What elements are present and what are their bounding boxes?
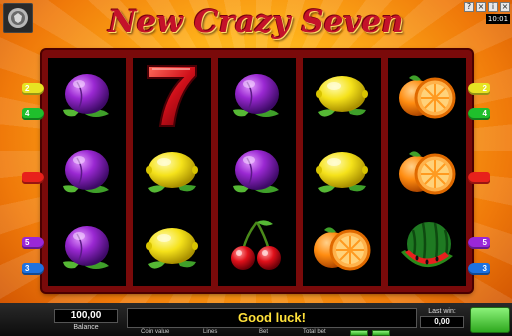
line-marker-left[interactable]: 2 bbox=[22, 83, 44, 95]
line-marker-right[interactable]: 4 bbox=[468, 108, 490, 120]
coin-value-label: Coin value bbox=[141, 329, 170, 335]
lines-label: Lines bbox=[203, 329, 218, 335]
orange-icon bbox=[303, 210, 381, 286]
window-controls: ? × i × bbox=[464, 2, 510, 12]
clock: 10:01 bbox=[486, 14, 510, 24]
watermelon-icon bbox=[388, 210, 466, 286]
seven-icon bbox=[133, 58, 211, 134]
line-marker-left[interactable]: 4 bbox=[22, 108, 44, 120]
exit-button[interactable]: × bbox=[500, 2, 510, 12]
orange-icon bbox=[388, 58, 466, 134]
cherry-icon bbox=[218, 210, 296, 286]
balance-value: 100,00 bbox=[54, 309, 118, 323]
total-bet-label: Total bet bbox=[303, 329, 326, 335]
reel bbox=[388, 58, 466, 286]
lemon-icon bbox=[133, 134, 211, 210]
line-marker-right[interactable]: 5 bbox=[468, 237, 490, 249]
info-button[interactable]: i bbox=[488, 2, 498, 12]
autoplay-button[interactable] bbox=[350, 330, 368, 336]
plum-icon bbox=[218, 58, 296, 134]
plum-icon bbox=[218, 134, 296, 210]
bet-button[interactable] bbox=[372, 330, 390, 336]
reel bbox=[303, 58, 381, 286]
orange-icon bbox=[388, 134, 466, 210]
game-title: New Crazy Seven bbox=[108, 4, 404, 40]
last-win-label: Last win: bbox=[428, 308, 456, 315]
line-marker-left[interactable]: 5 bbox=[22, 237, 44, 249]
line-marker-right[interactable]: 2 bbox=[468, 83, 490, 95]
bet-label: Bet bbox=[259, 329, 269, 335]
plum-icon bbox=[48, 210, 126, 286]
lemon-icon bbox=[303, 134, 381, 210]
spin-button[interactable] bbox=[470, 307, 510, 333]
reel bbox=[133, 58, 211, 286]
line-marker-right[interactable]: 3 bbox=[468, 263, 490, 275]
line-marker-left[interactable] bbox=[22, 172, 44, 184]
balance-label: Balance bbox=[73, 324, 99, 331]
lemon-icon bbox=[303, 58, 381, 134]
help-button[interactable]: ? bbox=[464, 2, 474, 12]
plum-icon bbox=[48, 58, 126, 134]
last-win-value: 0,00 bbox=[420, 316, 464, 328]
status-message: Good luck! bbox=[127, 308, 417, 328]
line-marker-left[interactable]: 3 bbox=[22, 263, 44, 275]
reel bbox=[218, 58, 296, 286]
reel bbox=[48, 58, 126, 286]
lemon-icon bbox=[133, 210, 211, 286]
line-marker-right[interactable] bbox=[468, 172, 490, 184]
close-button[interactable]: × bbox=[476, 2, 486, 12]
plum-icon bbox=[48, 134, 126, 210]
